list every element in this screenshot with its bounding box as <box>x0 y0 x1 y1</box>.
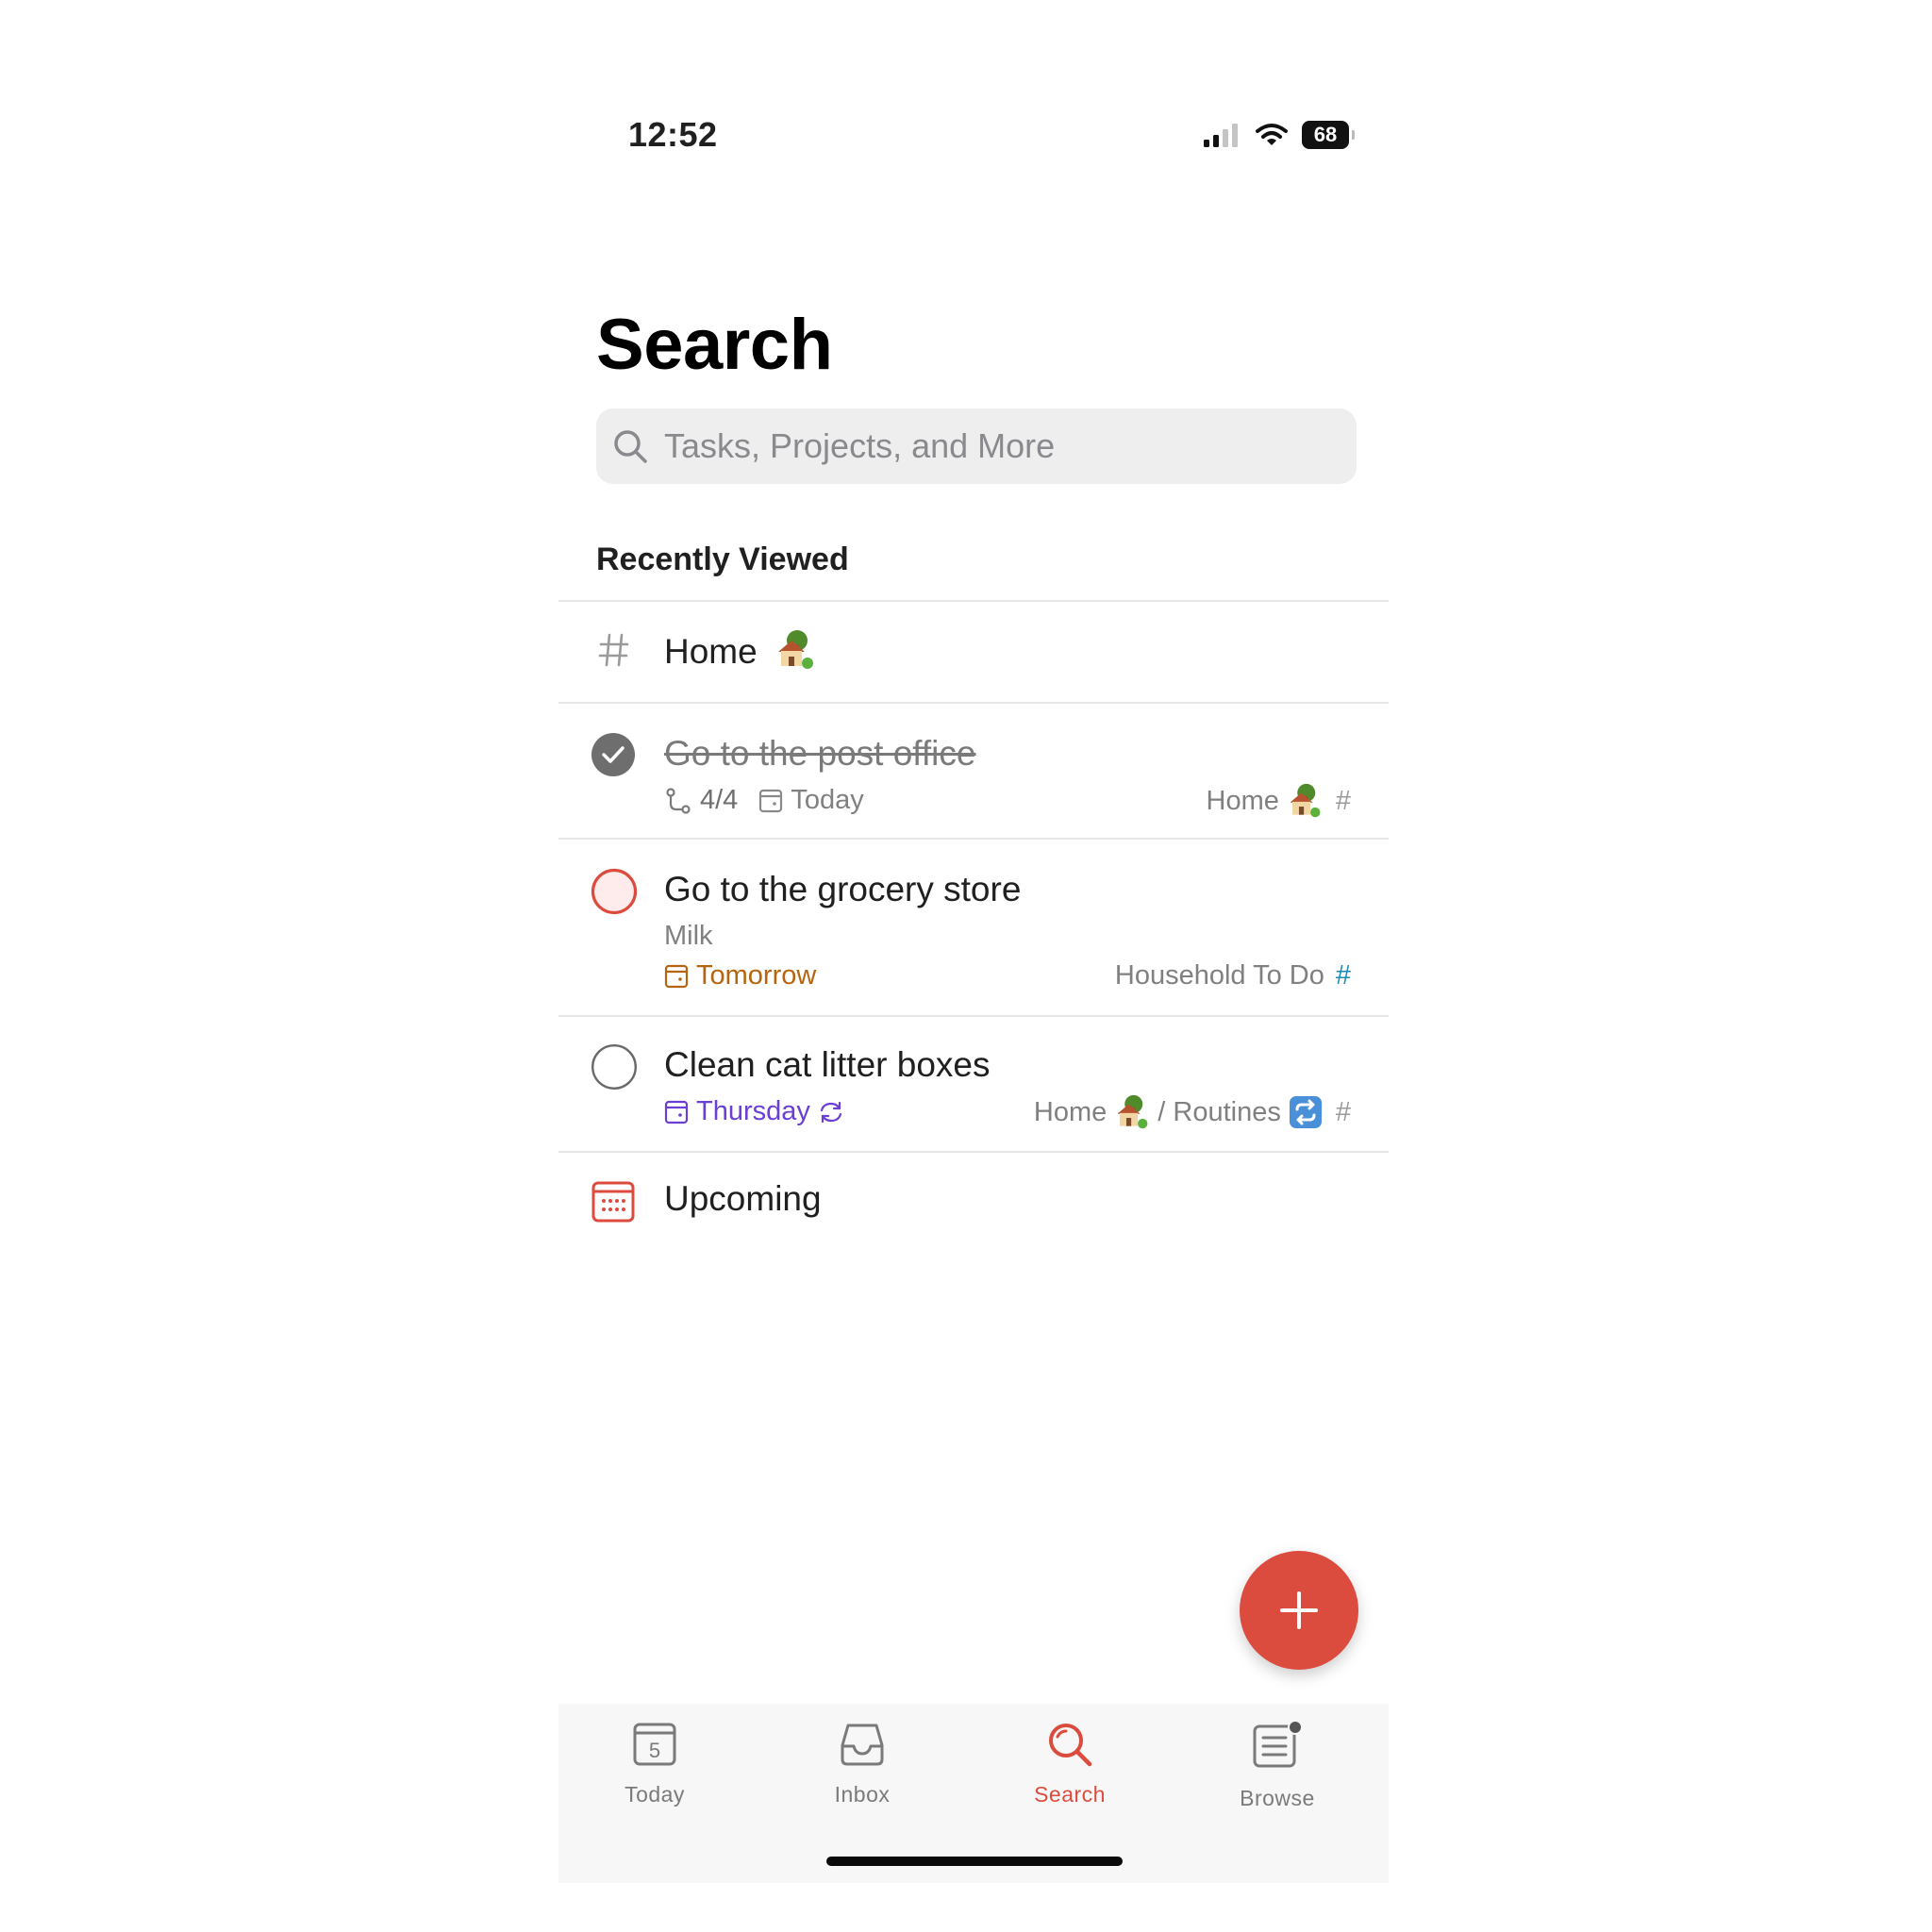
tab-inbox[interactable]: Inbox <box>787 1721 938 1807</box>
wifi-icon <box>1256 124 1288 145</box>
project-name: Home <box>1206 785 1279 816</box>
task-title: Go to the grocery store <box>664 870 1022 908</box>
status-time: 12:52 <box>628 115 718 154</box>
task-title: Clean cat litter boxes <box>664 1045 991 1084</box>
project-name: Home <box>1033 1096 1108 1127</box>
project-name: Household To Do <box>1114 960 1324 991</box>
notification-dot <box>1288 1720 1303 1735</box>
home-indicator <box>826 1857 1123 1866</box>
tab-today[interactable]: 5 Today <box>579 1721 730 1807</box>
subtask-icon <box>666 787 691 814</box>
page-title: Search <box>596 305 833 385</box>
hash-icon: # <box>1335 960 1351 991</box>
task-row-grocery[interactable]: Go to the grocery store Milk Tomorrow Ho… <box>558 840 1389 1015</box>
project-row-home[interactable]: Home <box>558 602 1389 702</box>
task-meta: Thursday <box>664 1096 844 1127</box>
inbox-icon <box>841 1724 884 1766</box>
upcoming-row[interactable]: Upcoming <box>558 1153 1389 1251</box>
today-day-number: 5 <box>649 1739 660 1762</box>
task-project: Home # <box>1206 783 1351 819</box>
browse-icon <box>1253 1720 1303 1768</box>
task-date: Tomorrow <box>696 960 817 991</box>
upcoming-label: Upcoming <box>664 1179 822 1218</box>
hash-icon: # <box>1335 785 1351 816</box>
calendar-icon <box>664 1100 689 1124</box>
search-icon <box>1049 1724 1092 1767</box>
tab-bar: 5 Today Inbox Search Browse <box>558 1704 1389 1883</box>
today-calendar-icon: 5 <box>633 1723 676 1766</box>
add-task-button[interactable] <box>1240 1551 1358 1670</box>
task-title: Go to the post office <box>664 734 976 773</box>
house-with-garden-icon <box>1117 1094 1148 1129</box>
task-row-post-office[interactable]: Go to the post office 4/4 Today Home # <box>558 704 1389 838</box>
section-name: / Routines <box>1158 1096 1281 1127</box>
tab-browse-label: Browse <box>1240 1786 1315 1810</box>
recently-viewed-heading: Recently Viewed <box>596 541 849 577</box>
plus-icon <box>1280 1591 1318 1629</box>
calendar-icon <box>759 789 783 812</box>
search-icon <box>614 430 647 463</box>
status-icons: 68 <box>1204 121 1355 149</box>
app-screen: 12:52 68 Search Recently Viewed <box>558 0 1389 1887</box>
repeat-button-icon <box>1289 1096 1322 1128</box>
task-meta: Tomorrow <box>664 960 816 991</box>
hash-icon <box>598 633 629 667</box>
completed-checkbox-icon[interactable] <box>591 732 636 777</box>
tab-search-label: Search <box>1034 1782 1106 1807</box>
tab-search[interactable]: Search <box>994 1721 1145 1807</box>
tab-today-label: Today <box>625 1782 685 1807</box>
task-description: Milk <box>664 921 713 951</box>
project-title-home: Home <box>664 630 816 672</box>
battery-icon: 68 <box>1302 121 1355 149</box>
checkbox-icon[interactable] <box>591 1043 638 1091</box>
task-meta: 4/4 Today <box>664 785 864 816</box>
subtask-count: 4/4 <box>700 785 739 815</box>
task-project: Home / Routines # <box>1034 1094 1351 1130</box>
priority-checkbox-icon[interactable] <box>591 868 638 915</box>
hash-icon: # <box>1335 1096 1351 1127</box>
calendar-grid-icon <box>591 1181 635 1223</box>
task-date: Thursday <box>696 1096 810 1126</box>
calendar-icon <box>664 964 689 988</box>
house-with-garden-icon <box>777 630 813 670</box>
tab-inbox-label: Inbox <box>834 1782 891 1807</box>
project-label: Home <box>664 632 758 671</box>
task-row-litter[interactable]: Clean cat litter boxes Thursday Home / R… <box>558 1017 1389 1151</box>
cellular-signal-icon <box>1204 124 1238 147</box>
house-with-garden-icon <box>1290 783 1321 818</box>
tab-browse[interactable]: Browse <box>1202 1720 1353 1811</box>
search-field[interactable] <box>596 408 1357 484</box>
search-input[interactable] <box>662 425 1326 467</box>
recurring-icon <box>820 1101 841 1123</box>
task-date: Today <box>791 785 864 815</box>
task-project: Household To Do # <box>1115 960 1351 991</box>
